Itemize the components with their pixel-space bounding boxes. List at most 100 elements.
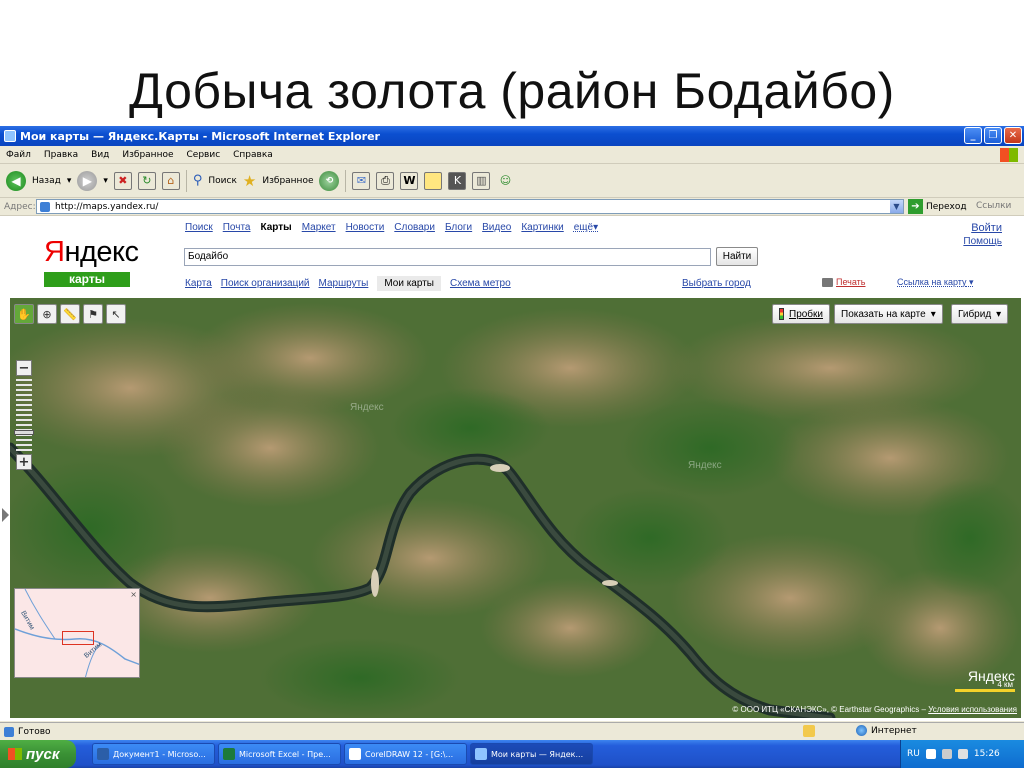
traffic-toggle[interactable]: Пробки	[772, 304, 830, 324]
menu-view[interactable]: Вид	[91, 150, 109, 160]
language-indicator[interactable]: RU	[907, 749, 920, 759]
task-coreldraw[interactable]: CorelDRAW 12 - [G:\...	[344, 743, 467, 765]
layer-dropdown[interactable]: Гибрид ▾	[951, 304, 1009, 324]
help-link[interactable]: Помощь	[963, 236, 1002, 247]
favorites-star-icon[interactable]: ★	[243, 172, 256, 190]
word-icon[interactable]: W	[400, 171, 419, 190]
favorites-label[interactable]: Избранное	[262, 176, 313, 186]
task-excel[interactable]: Microsoft Excel - Пре...	[218, 743, 341, 765]
volume-tray-icon[interactable]	[957, 749, 968, 759]
nav-video[interactable]: Видео	[482, 222, 511, 233]
zoom-tool-icon[interactable]: ⊕	[37, 304, 57, 324]
ruler-tool-icon[interactable]: 📏	[60, 304, 80, 324]
nav-maps[interactable]: Карты	[261, 222, 292, 233]
nav-market[interactable]: Маркет	[302, 222, 336, 233]
minimize-button[interactable]: _	[964, 127, 982, 144]
subnav-metro[interactable]: Схема метро	[450, 278, 511, 289]
search-button[interactable]: Найти	[716, 247, 758, 266]
menu-file[interactable]: Файл	[6, 150, 31, 160]
nav-news[interactable]: Новости	[346, 222, 385, 233]
left-panel-toggle-icon[interactable]	[2, 508, 9, 522]
yandex-logo[interactable]: Яндекс	[44, 236, 139, 269]
service-label[interactable]: карты	[44, 272, 130, 287]
links-label[interactable]: Ссылки	[976, 201, 1011, 211]
go-label[interactable]: Переход	[926, 202, 967, 212]
printer-icon[interactable]	[822, 277, 833, 287]
mark-tool-icon[interactable]: ⚑	[83, 304, 103, 324]
subnav-my-maps[interactable]: Мои карты	[377, 276, 441, 291]
search-icon[interactable]: ⚲	[193, 173, 203, 188]
nav-blogs[interactable]: Блоги	[445, 222, 472, 233]
home-icon[interactable]: ⌂	[161, 171, 180, 190]
back-dropdown-icon[interactable]: ▾	[67, 176, 72, 186]
maximize-button[interactable]: ❐	[984, 127, 1002, 144]
login-link[interactable]: Войти	[963, 222, 1002, 234]
address-url[interactable]: http://maps.yandex.ru/	[55, 202, 158, 212]
map-link-label[interactable]: Ссылка на карту	[897, 277, 967, 287]
notes-icon[interactable]	[424, 171, 443, 190]
satellite-map[interactable]: Яндекс Яндекс ✋ ⊕ 📏 ⚑ ↖ Пробки Показать …	[10, 298, 1021, 718]
address-input[interactable]: http://maps.yandex.ru/ ▼	[36, 199, 904, 214]
network-tray-icon[interactable]	[941, 749, 952, 759]
traffic-label[interactable]: Пробки	[789, 309, 823, 320]
choose-city-link[interactable]: Выбрать город	[682, 278, 751, 289]
menu-tools[interactable]: Сервис	[187, 150, 221, 160]
print-label[interactable]: Печать	[836, 277, 865, 287]
forward-dropdown-icon[interactable]: ▾	[103, 176, 108, 186]
task-word-label[interactable]: Документ1 - Microso...	[113, 750, 206, 759]
overview-minimap[interactable]: Витим Витим ×	[14, 588, 140, 678]
window-titlebar[interactable]: Мои карты — Яндекс.Карты - Microsoft Int…	[0, 126, 1024, 146]
zoom-out-button[interactable]: −	[16, 360, 32, 376]
go-arrow-icon[interactable]: ➔	[908, 199, 923, 214]
clock[interactable]: 15:26	[974, 749, 1000, 759]
menu-help[interactable]: Справка	[233, 150, 273, 160]
zoom-slider[interactable]	[14, 379, 34, 451]
search-label[interactable]: Поиск	[208, 176, 237, 186]
nav-dictionaries[interactable]: Словари	[394, 222, 435, 233]
subnav-org-search[interactable]: Поиск организаций	[221, 278, 310, 289]
forward-icon[interactable]: ▶	[77, 170, 98, 191]
k-icon[interactable]: K	[448, 171, 467, 190]
search-input[interactable]: Бодайбо	[184, 248, 711, 266]
close-button[interactable]: ✕	[1004, 127, 1022, 144]
select-tool-icon[interactable]: ↖	[106, 304, 126, 324]
back-label[interactable]: Назад	[32, 176, 61, 186]
minimap-viewport[interactable]	[62, 631, 94, 645]
menu-edit[interactable]: Правка	[44, 150, 78, 160]
task-ie-label[interactable]: Мои карты — Яндек...	[491, 750, 583, 759]
task-word[interactable]: Документ1 - Microso...	[92, 743, 215, 765]
close-icon[interactable]: ×	[130, 590, 137, 599]
satellite-imagery[interactable]	[10, 298, 1021, 718]
help-tray-icon[interactable]	[925, 749, 936, 759]
print-icon[interactable]: ⎙	[376, 171, 395, 190]
layer-label[interactable]: Гибрид	[958, 309, 991, 320]
task-excel-label[interactable]: Microsoft Excel - Пре...	[239, 750, 331, 759]
terms-link[interactable]: Условия использования	[928, 705, 1017, 714]
nav-search[interactable]: Поиск	[185, 222, 213, 233]
zoom-thumb[interactable]	[14, 429, 34, 435]
messenger-icon[interactable]: ☺	[496, 172, 514, 190]
nav-images[interactable]: Картинки	[521, 222, 563, 233]
start-button[interactable]: пуск	[0, 740, 76, 768]
zoom-in-button[interactable]: +	[16, 454, 32, 470]
research-icon[interactable]: ▥	[472, 171, 491, 190]
show-on-map-dropdown[interactable]: Показать на карте ▾	[834, 304, 943, 324]
hand-tool-icon[interactable]: ✋	[14, 304, 34, 324]
address-dropdown-icon[interactable]: ▼	[890, 200, 903, 213]
back-icon[interactable]: ◀	[6, 170, 26, 191]
show-on-map-label[interactable]: Показать на карте	[841, 309, 926, 320]
nav-mail[interactable]: Почта	[223, 222, 251, 233]
task-ie[interactable]: Мои карты — Яндек...	[470, 743, 593, 765]
go-button[interactable]: ➔ Переход	[908, 199, 967, 214]
subnav-map[interactable]: Карта	[185, 278, 212, 289]
subnav-routes[interactable]: Маршруты	[319, 278, 369, 289]
refresh-icon[interactable]: ↻	[137, 171, 156, 190]
stop-icon[interactable]: ✖	[113, 171, 132, 190]
print-link[interactable]: Печать	[822, 277, 865, 287]
history-icon[interactable]: ⟲	[319, 170, 340, 191]
nav-more-label[interactable]: ещё	[574, 222, 593, 233]
mail-icon[interactable]: ✉	[352, 171, 371, 190]
task-coreldraw-label[interactable]: CorelDRAW 12 - [G:\...	[365, 750, 453, 759]
start-label[interactable]: пуск	[26, 746, 59, 763]
map-link[interactable]: Ссылка на карту ▾	[897, 277, 974, 288]
